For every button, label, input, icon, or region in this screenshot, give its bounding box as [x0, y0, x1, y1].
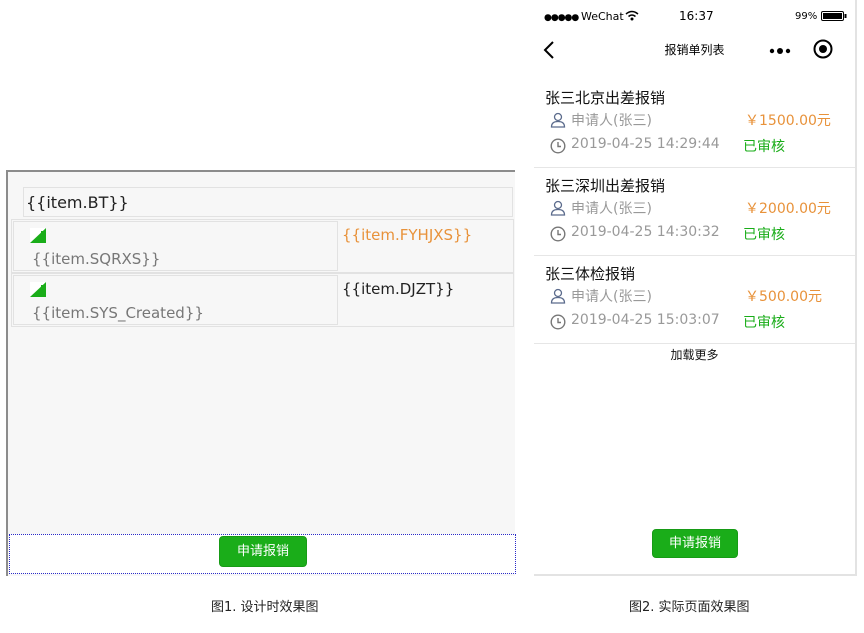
design-created-field: {{item.SYS_Created}}: [32, 304, 204, 322]
design-amount-field: {{item.FYHJXS}}: [342, 226, 473, 244]
list-item[interactable]: 张三深圳出差报销 申请人(张三) ￥2000.00元 2019-04-25 14…: [534, 168, 855, 256]
item-title: 张三北京出差报销: [545, 89, 666, 107]
design-row[interactable]: {{item.SQRXS}} {{item.FYHJXS}}: [11, 219, 514, 273]
battery-percent: 99%: [795, 11, 818, 22]
carrier-label: WeChat: [581, 10, 624, 23]
status-badge: 已审核: [743, 227, 785, 243]
item-title: 张三体检报销: [545, 265, 636, 283]
status-badge: 已审核: [743, 139, 785, 155]
design-left-cell[interactable]: {{item.SYS_Created}}: [13, 275, 338, 325]
design-applicant-field: {{item.SQRXS}}: [32, 250, 161, 268]
list-item[interactable]: 张三体检报销 申请人(张三) ￥500.00元 2019-04-25 15:03…: [534, 256, 855, 344]
status-badge: 已审核: [743, 315, 785, 331]
clock-icon: [550, 138, 566, 154]
figure-1-caption: 图1. 设计时效果图: [211, 600, 319, 615]
list-item[interactable]: 张三北京出差报销 申请人(张三) ￥1500.00元 2019-04-25 14…: [534, 80, 855, 168]
user-icon: [550, 200, 566, 216]
user-icon: [550, 112, 566, 128]
nav-bar: 报销单列表: [534, 34, 855, 68]
battery-icon: [821, 11, 847, 21]
design-apply-button[interactable]: 申请报销: [219, 536, 307, 567]
status-bar: ●●●●● WeChat 16:37 99%: [534, 0, 855, 34]
signal-indicator: ●●●●●: [544, 13, 579, 23]
figure-2-caption: 图2. 实际页面效果图: [629, 600, 750, 615]
clock-icon: [550, 226, 566, 242]
design-row[interactable]: {{item.SYS_Created}} {{item.DJZT}}: [11, 273, 514, 327]
design-status-field: {{item.DJZT}}: [342, 280, 455, 298]
load-more-link[interactable]: 加载更多: [534, 346, 855, 363]
status-time: 16:37: [679, 9, 714, 23]
more-icon[interactable]: [769, 48, 791, 54]
design-left-cell[interactable]: {{item.SQRXS}}: [13, 221, 338, 271]
page-title: 报销单列表: [664, 43, 725, 57]
apply-reimbursement-button[interactable]: 申请报销: [652, 529, 738, 558]
clock-icon: [550, 314, 566, 330]
item-title: 张三深圳出差报销: [545, 177, 666, 195]
design-title-field[interactable]: {{item.BT}}: [23, 187, 513, 217]
phone-screen: ●●●●● WeChat 16:37 99% 报销单列表 张三北京出差报销 申请…: [534, 0, 857, 576]
target-icon[interactable]: [813, 39, 833, 59]
item-amount: ￥1500.00元: [745, 113, 831, 129]
image-placeholder-icon: [30, 228, 46, 243]
design-footer[interactable]: 申请报销: [9, 534, 516, 574]
item-amount: ￥500.00元: [745, 289, 822, 305]
user-icon: [550, 288, 566, 304]
image-placeholder-icon: [30, 282, 46, 297]
wifi-icon: [625, 10, 639, 21]
design-canvas: {{item.BT}} {{item.SQRXS}} {{item.FYHJXS…: [6, 170, 516, 576]
item-amount: ￥2000.00元: [745, 201, 831, 217]
